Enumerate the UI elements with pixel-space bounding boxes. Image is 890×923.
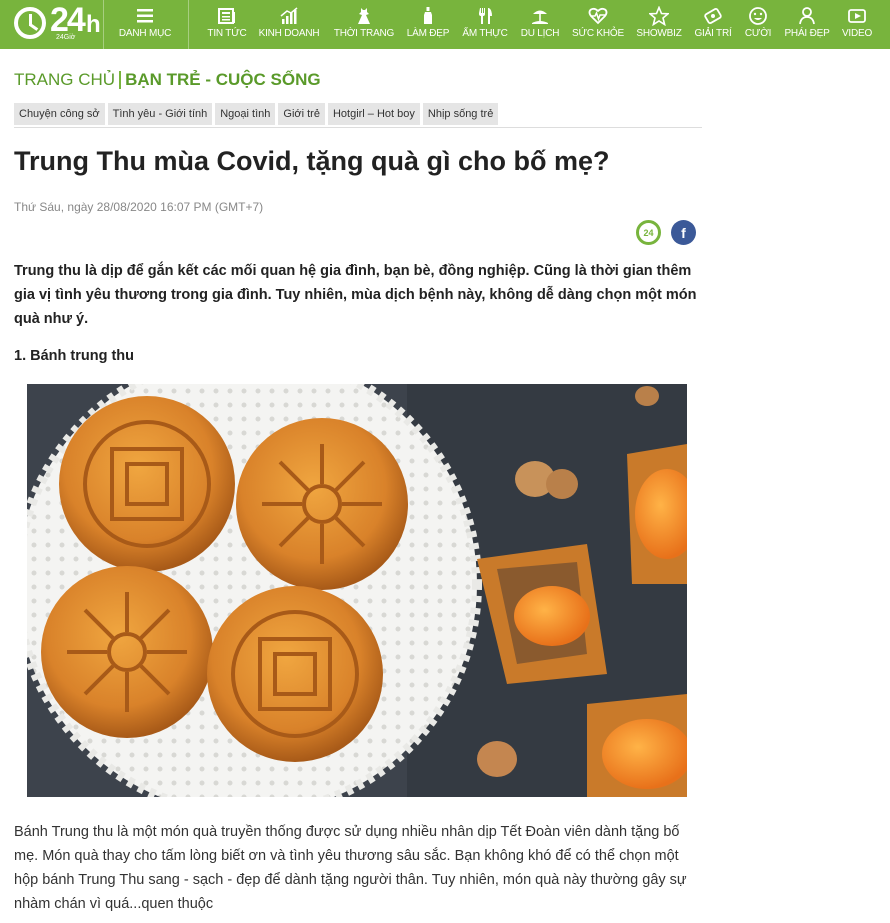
divider bbox=[14, 127, 702, 128]
tag-hotgirl-hotboy[interactable]: Hotgirl – Hot boy bbox=[327, 103, 420, 125]
nav-item-kinh-doanh[interactable]: KINH DOANH bbox=[256, 0, 322, 49]
nav-label: VIDEO bbox=[841, 28, 873, 39]
nav-label: DU LỊCH bbox=[520, 28, 560, 39]
mooncake bbox=[236, 418, 408, 590]
nav-label: SỨC KHỎE bbox=[572, 28, 624, 39]
mooncake-illustration bbox=[27, 384, 687, 797]
nav-label: DANH MỤC bbox=[118, 28, 172, 39]
nav-item-suc-khoe[interactable]: SỨC KHỎE bbox=[570, 0, 626, 49]
site-logo[interactable]: 24 h 24Giờ bbox=[10, 1, 101, 45]
beach-icon bbox=[525, 0, 555, 28]
nav-label: CƯỜI bbox=[744, 28, 772, 39]
mooncake bbox=[59, 396, 235, 572]
tag-tinh-yeu-gioi-tinh[interactable]: Tình yêu - Giới tính bbox=[107, 103, 213, 125]
clock-icon bbox=[14, 7, 46, 39]
menu-icon bbox=[130, 0, 160, 28]
mooncake bbox=[207, 586, 383, 762]
nav-divider bbox=[188, 0, 189, 49]
nav-item-am-thuc[interactable]: ẨM THỰC bbox=[460, 0, 510, 49]
share-facebook-button[interactable]: f bbox=[671, 220, 696, 245]
share-24h-icon: 24 bbox=[643, 227, 654, 238]
nav-label: LÀM ĐẸP bbox=[406, 28, 450, 39]
mooncake-photo bbox=[27, 384, 687, 797]
share-24h-button[interactable]: 24 bbox=[636, 220, 661, 245]
facebook-icon: f bbox=[681, 224, 686, 241]
tag-chuyen-cong-so[interactable]: Chuyện công sở bbox=[14, 103, 105, 125]
heartbeat-icon bbox=[583, 0, 613, 28]
nav-item-giai-tri[interactable]: GIẢI TRÍ bbox=[690, 0, 736, 49]
nav-item-video[interactable]: VIDEO bbox=[838, 0, 876, 49]
nav-item-cuoi[interactable]: CƯỜI bbox=[740, 0, 776, 49]
smile-icon bbox=[743, 0, 773, 28]
nav-label: ẨM THỰC bbox=[462, 28, 508, 39]
bottle-icon bbox=[413, 0, 443, 28]
nav-label: THỜI TRANG bbox=[333, 28, 395, 39]
nav-label: PHÁI ĐẸP bbox=[784, 28, 830, 39]
nav-divider bbox=[103, 0, 104, 49]
tag-ngoai-tinh[interactable]: Ngoại tình bbox=[215, 103, 276, 125]
breadcrumb: TRANG CHỦ BẠN TRẺ - CUỘC SỐNG bbox=[14, 70, 321, 90]
video-icon bbox=[842, 0, 872, 28]
fork-knife-icon bbox=[470, 0, 500, 28]
article-paragraph: Bánh Trung thu là một món quà truyền thố… bbox=[14, 824, 687, 912]
tag-nhip-song-tre[interactable]: Nhịp sống trẻ bbox=[422, 103, 499, 125]
nav-label: KINH DOANH bbox=[258, 28, 320, 39]
nav-label: GIẢI TRÍ bbox=[694, 28, 732, 39]
mooncake bbox=[41, 566, 213, 738]
nav-label: TIN TỨC bbox=[207, 28, 247, 39]
article-date: Thứ Sáu, ngày 28/08/2020 16:07 PM (GMT+7… bbox=[14, 200, 264, 214]
nav-item-danh-muc[interactable]: DANH MỤC bbox=[116, 0, 174, 49]
nav-label: SHOWBIZ bbox=[636, 28, 682, 39]
breadcrumb-separator bbox=[119, 71, 122, 89]
nav-item-showbiz[interactable]: SHOWBIZ bbox=[634, 0, 684, 49]
ticket-icon bbox=[698, 0, 728, 28]
nav-item-du-lich[interactable]: DU LỊCH bbox=[518, 0, 562, 49]
dress-icon bbox=[349, 0, 379, 28]
tag-gioi-tre[interactable]: Giới trẻ bbox=[278, 103, 325, 125]
nut bbox=[477, 741, 517, 777]
logo-suffix: h bbox=[86, 11, 101, 38]
star-icon bbox=[644, 0, 674, 28]
newspaper-icon bbox=[212, 0, 242, 28]
mooncake-slice bbox=[627, 444, 687, 584]
chart-icon bbox=[274, 0, 304, 28]
nav-item-thoi-trang[interactable]: THỜI TRANG bbox=[332, 0, 396, 49]
subcategory-tags: Chuyện công sở Tình yêu - Giới tính Ngoạ… bbox=[14, 103, 499, 125]
nut bbox=[546, 469, 578, 499]
nut bbox=[635, 386, 659, 406]
section-heading: 1. Bánh trung thu bbox=[14, 348, 135, 364]
article-lead: Trung thu là dịp để gắn kết các mối quan… bbox=[14, 263, 697, 327]
top-nav: 24 h 24Giờ DANH MỤC TIN TỨC KINH DOANH T… bbox=[0, 0, 890, 49]
article-title: Trung Thu mùa Covid, tặng quà gì cho bố … bbox=[14, 146, 610, 176]
breadcrumb-home[interactable]: TRANG CHỦ bbox=[14, 70, 115, 90]
logo-subtext: 24Giờ bbox=[56, 34, 76, 41]
woman-icon bbox=[792, 0, 822, 28]
mooncake-slice bbox=[587, 694, 687, 797]
nav-item-lam-dep[interactable]: LÀM ĐẸP bbox=[404, 0, 452, 49]
breadcrumb-category[interactable]: BẠN TRẺ - CUỘC SỐNG bbox=[125, 70, 321, 90]
nav-item-phai-dep[interactable]: PHÁI ĐẸP bbox=[780, 0, 834, 49]
nav-item-tin-tuc[interactable]: TIN TỨC bbox=[204, 0, 250, 49]
